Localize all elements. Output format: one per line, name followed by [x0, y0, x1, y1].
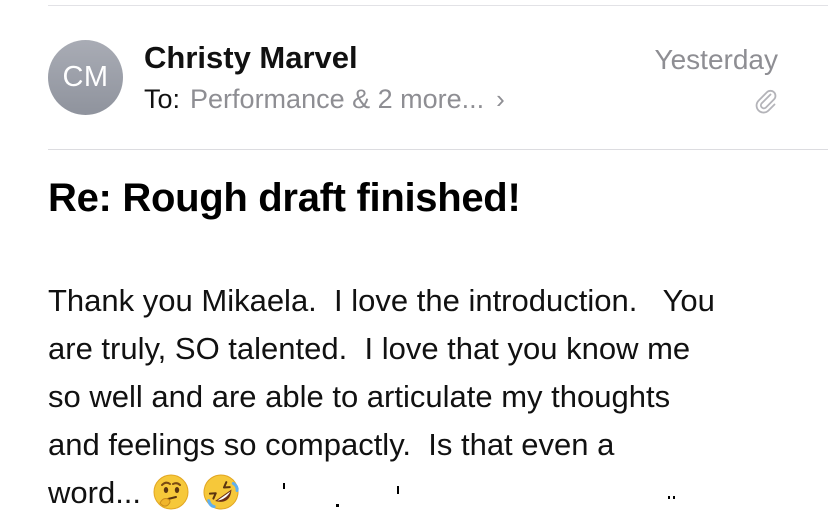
body-line: word... — [48, 475, 142, 510]
avatar-initials: CM — [62, 61, 109, 93]
text-fragment — [673, 496, 675, 499]
message-body: Thank you Mikaela. I love the introducti… — [48, 277, 808, 517]
thinking-face-emoji — [153, 474, 189, 510]
text-fragment — [668, 496, 670, 499]
chevron-right-icon: › — [496, 84, 505, 114]
message-subject: Re: Rough draft finished! — [48, 176, 521, 220]
avatar[interactable]: CM — [48, 40, 123, 115]
body-line: so well and are able to articulate my th… — [48, 379, 671, 414]
body-line: Thank you Mikaela. I love the introducti… — [48, 283, 715, 318]
email-screen: CM Christy Marvel To: Performance & 2 mo… — [0, 0, 828, 528]
top-divider — [48, 5, 828, 6]
header-divider — [48, 149, 828, 150]
to-label: To: — [144, 84, 181, 114]
body-line: and feelings so compactly. Is that even … — [48, 427, 615, 462]
message-date: Yesterday — [654, 44, 779, 75]
text-fragment — [283, 483, 285, 489]
text-fragment — [336, 504, 339, 507]
paperclip-icon — [755, 89, 777, 114]
sender-name[interactable]: Christy Marvel — [144, 40, 358, 76]
message-header: CM Christy Marvel To: Performance & 2 mo… — [48, 40, 778, 116]
rolling-on-floor-laughing-emoji — [203, 474, 239, 510]
body-line: are truly, SO talented. I love that you … — [48, 331, 691, 366]
recipients-row[interactable]: To: Performance & 2 more... › — [144, 84, 505, 115]
text-fragment — [397, 486, 399, 494]
body-line-with-emoji: word... — [48, 469, 808, 517]
recipients-summary: Performance & 2 more... — [190, 84, 485, 114]
